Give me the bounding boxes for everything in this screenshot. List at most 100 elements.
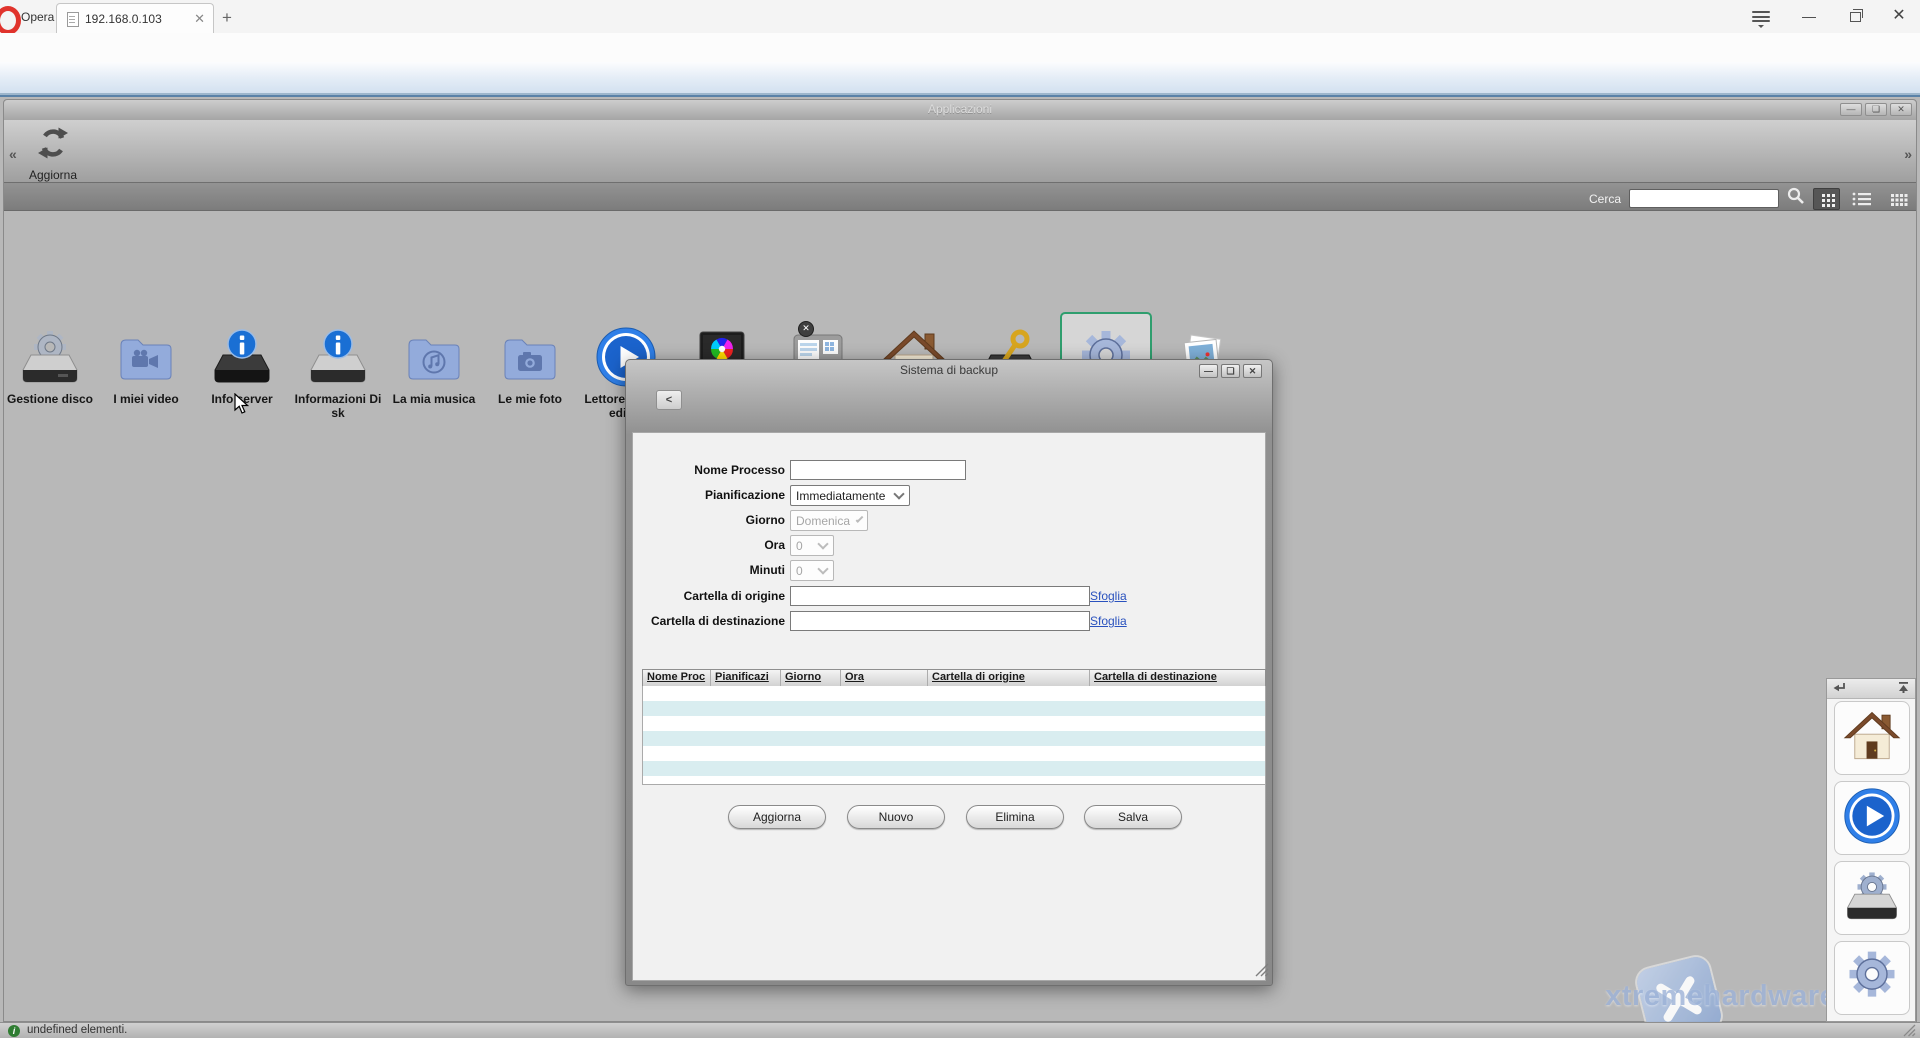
minutes-select: 0 bbox=[790, 560, 834, 581]
window-close-button[interactable]: ✕ bbox=[1884, 8, 1914, 26]
column-header[interactable]: Pianificazi bbox=[711, 670, 781, 686]
house-icon bbox=[1843, 707, 1901, 770]
video-folder-icon bbox=[114, 325, 178, 389]
dest-folder-input[interactable] bbox=[790, 611, 1090, 631]
applications-titlebar[interactable]: Applicazioni — ❏ ✕ bbox=[4, 100, 1916, 121]
dock-header bbox=[1827, 679, 1915, 699]
dock-panel bbox=[1826, 678, 1916, 1022]
gear-icon bbox=[1842, 946, 1902, 1011]
form-row: Nome Processo bbox=[633, 460, 1265, 481]
detail-view-button[interactable] bbox=[1883, 188, 1910, 210]
browser-address-bar: ← → i 192.168.0.103/rtknas2/Applications… bbox=[0, 33, 1920, 63]
browser-menu-icon[interactable] bbox=[1752, 11, 1770, 23]
info-icon: i bbox=[8, 1025, 20, 1037]
schedule-select[interactable]: Immediatamente bbox=[790, 485, 910, 506]
refresh-list-button[interactable]: Aggiorna bbox=[728, 805, 826, 829]
dock-item-disk-management[interactable] bbox=[1834, 861, 1910, 935]
resize-grip[interactable] bbox=[1255, 963, 1269, 982]
search-label: Cerca bbox=[1589, 192, 1621, 206]
field-label: Nome Processo bbox=[633, 460, 785, 481]
dock-item-my-linkstation[interactable] bbox=[1834, 701, 1910, 775]
column-header[interactable]: Nome Proc bbox=[643, 670, 711, 686]
chevron-down-icon bbox=[817, 538, 828, 549]
source-folder-input[interactable] bbox=[790, 586, 1090, 606]
app-minimize-button[interactable]: — bbox=[1840, 103, 1862, 116]
field-label: Giorno bbox=[633, 510, 785, 531]
column-header[interactable]: Cartella di origine bbox=[928, 670, 1090, 686]
field-label: Cartella di origine bbox=[633, 586, 785, 607]
search-icon[interactable] bbox=[1787, 187, 1805, 210]
field-label: Minuti bbox=[633, 560, 785, 581]
search-input[interactable] bbox=[1629, 189, 1779, 208]
play-icon bbox=[1842, 786, 1902, 851]
app-icon-label: I miei video bbox=[100, 392, 192, 406]
window-resize-grip[interactable] bbox=[1903, 1024, 1916, 1038]
opera-logo-icon bbox=[0, 6, 21, 35]
backup-table-header: Nome Proc Pianificazi Giorno Ora Cartell… bbox=[642, 669, 1266, 687]
music-folder-icon bbox=[402, 325, 466, 389]
photos-folder-icon bbox=[498, 325, 562, 389]
dialog-content: Nome Processo Pianificazione Immediatame… bbox=[632, 432, 1266, 981]
column-header[interactable]: Cartella di destinazione bbox=[1090, 670, 1265, 686]
column-header[interactable]: Giorno bbox=[781, 670, 841, 686]
grid-view-button[interactable] bbox=[1813, 188, 1840, 210]
app-icon-label: Info server bbox=[196, 392, 288, 406]
delete-button[interactable]: Elimina bbox=[966, 805, 1064, 829]
status-bar: i undefined elementi. bbox=[0, 1022, 1920, 1038]
window-minimize-button[interactable]: — bbox=[1794, 8, 1824, 26]
dialog-close-button[interactable]: ✕ bbox=[1243, 364, 1262, 378]
app-restore-button[interactable]: ❏ bbox=[1865, 103, 1887, 116]
dock-item-preferences[interactable] bbox=[1834, 941, 1910, 1015]
refresh-icon bbox=[35, 148, 71, 165]
app-icon-label: Informazioni Disk bbox=[292, 392, 384, 420]
form-row: Pianificazione Immediatamente bbox=[633, 485, 1265, 506]
close-badge-icon: ✕ bbox=[798, 321, 814, 337]
list-view-button[interactable] bbox=[1848, 188, 1875, 210]
refresh-button[interactable]: Aggiorna bbox=[22, 125, 84, 182]
window-restore-button[interactable] bbox=[1840, 8, 1870, 26]
applications-toolbar: « » Aggiorna bbox=[4, 120, 1916, 182]
browser-tab[interactable]: 192.168.0.103 ✕ bbox=[56, 3, 214, 34]
collapse-left-button[interactable]: « bbox=[9, 146, 17, 162]
app-icon-label: Gestione disco bbox=[4, 392, 96, 406]
field-label: Ora bbox=[633, 535, 785, 556]
toolbar-accent-line bbox=[0, 95, 1920, 97]
dialog-maximize-button[interactable]: ❏ bbox=[1221, 364, 1240, 378]
opera-label: Opera bbox=[21, 10, 54, 24]
disk-info-icon bbox=[306, 325, 370, 389]
backup-table-body[interactable] bbox=[642, 686, 1266, 785]
opera-menu-button[interactable]: Opera bbox=[0, 2, 54, 32]
dialog-title: Sistema di backup bbox=[626, 363, 1272, 377]
field-label: Pianificazione bbox=[633, 485, 785, 506]
dialog-minimize-button[interactable]: — bbox=[1199, 364, 1218, 378]
form-row: Cartella di destinazione Sfoglia bbox=[633, 611, 1265, 632]
app-icon-my-videos[interactable]: I miei video bbox=[100, 312, 192, 446]
collapse-top-icon[interactable] bbox=[1897, 681, 1910, 699]
disk-gear-icon bbox=[1843, 867, 1901, 930]
app-icon-my-photos[interactable]: Le mie foto bbox=[484, 312, 576, 446]
process-name-input[interactable] bbox=[790, 460, 966, 480]
save-button[interactable]: Salva bbox=[1084, 805, 1182, 829]
dock-item-media-player[interactable] bbox=[1834, 781, 1910, 855]
app-icon-server-info[interactable]: Info server bbox=[196, 312, 288, 446]
app-icon-my-music[interactable]: La mia musica bbox=[388, 312, 480, 446]
dest-browse-link[interactable]: Sfoglia bbox=[1090, 614, 1127, 628]
app-icon-disk-management[interactable]: Gestione disco bbox=[4, 312, 96, 446]
undo-arrow-icon[interactable] bbox=[1832, 681, 1847, 700]
source-browse-link[interactable]: Sfoglia bbox=[1090, 589, 1127, 603]
form-row: Minuti 0 bbox=[633, 560, 1265, 581]
chevron-down-icon bbox=[856, 515, 864, 523]
new-button[interactable]: Nuovo bbox=[847, 805, 945, 829]
tab-close-icon[interactable]: ✕ bbox=[194, 11, 205, 27]
column-header[interactable]: Ora bbox=[841, 670, 928, 686]
collapse-right-button[interactable]: » bbox=[1904, 146, 1912, 162]
dialog-back-button[interactable]: < bbox=[656, 390, 682, 410]
form-row: Cartella di origine Sfoglia bbox=[633, 586, 1265, 607]
app-icon-label: La mia musica bbox=[388, 392, 480, 406]
new-tab-button[interactable]: + bbox=[222, 8, 232, 28]
app-close-button[interactable]: ✕ bbox=[1890, 103, 1912, 116]
browser-tab-strip: Opera 192.168.0.103 ✕ + — ✕ bbox=[0, 0, 1920, 34]
form-row: Ora 0 bbox=[633, 535, 1265, 556]
app-icon-label: Le mie foto bbox=[484, 392, 576, 406]
app-icon-disk-info[interactable]: Informazioni Disk bbox=[292, 312, 384, 446]
